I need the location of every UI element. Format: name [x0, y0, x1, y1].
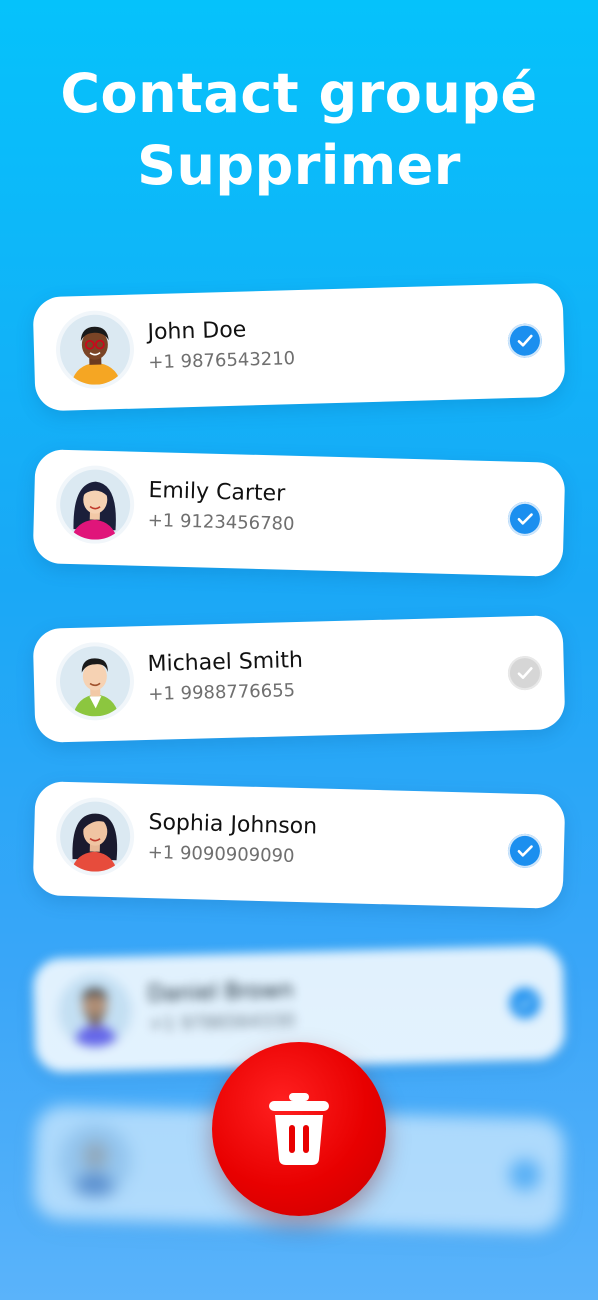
- contact-phone: +1 9090909090: [147, 842, 295, 867]
- contact-card[interactable]: Emily Carter +1 9123456780: [32, 449, 566, 577]
- person-avatar: [59, 1124, 132, 1197]
- title-line-2: Supprimer: [137, 134, 461, 197]
- man-glasses-avatar: [59, 313, 131, 386]
- delete-button[interactable]: [212, 1042, 386, 1216]
- contact-name: John Doe: [147, 317, 247, 346]
- trash-icon: [269, 1093, 329, 1165]
- contact-card[interactable]: John Doe +1 9876543210: [32, 282, 566, 412]
- contact-phone: +1 9786564330: [148, 1010, 296, 1035]
- checkmark-icon: [507, 1157, 543, 1193]
- woman-avatar: [59, 800, 132, 873]
- contact-name: Emily Carter: [148, 478, 286, 507]
- man-avatar: [59, 645, 131, 718]
- checkmark-icon[interactable]: [507, 985, 543, 1021]
- contact-phone: +1 9988776655: [148, 680, 296, 705]
- contact-card[interactable]: Sophia Johnson +1 9090909090: [32, 781, 566, 909]
- checkmark-icon[interactable]: [507, 323, 543, 359]
- man-beard-avatar: [59, 975, 131, 1048]
- contact-name: Michael Smith: [147, 647, 304, 677]
- contact-card[interactable]: Michael Smith +1 9988776655: [32, 615, 566, 743]
- woman-avatar: [59, 468, 132, 541]
- page-title: Contact groupé Supprimer: [0, 58, 598, 202]
- checkmark-icon[interactable]: [507, 501, 543, 537]
- checkmark-icon[interactable]: [507, 833, 543, 869]
- contact-name: Sophia Johnson: [148, 810, 318, 840]
- contact-name: Daniel Brown: [147, 978, 295, 1007]
- checkmark-icon[interactable]: [507, 655, 543, 691]
- contact-phone: +1 9876543210: [148, 348, 296, 374]
- title-line-1: Contact groupé: [60, 62, 538, 125]
- contact-phone: +1 9123456780: [147, 510, 295, 535]
